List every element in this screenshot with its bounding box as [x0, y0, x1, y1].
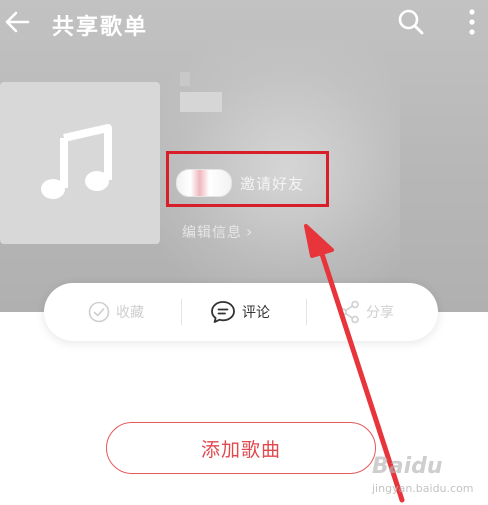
playlist-name-placeholder-top	[180, 72, 190, 86]
comment-label: 评论	[242, 305, 270, 321]
chevron-right-icon: ›	[246, 222, 254, 241]
music-note-icon	[41, 124, 112, 199]
edit-info-link[interactable]: 编辑信息 ›	[182, 222, 253, 242]
action-divider	[306, 299, 307, 325]
share-button[interactable]: 分享	[338, 283, 394, 341]
top-bar: 共享歌单	[0, 0, 488, 48]
search-icon[interactable]	[396, 7, 426, 37]
watermark-url: jingyan.baidu.com	[372, 482, 474, 495]
action-bar: 收藏 评论 分享	[44, 283, 438, 341]
action-divider	[181, 299, 182, 325]
share-icon	[339, 300, 359, 324]
comment-button[interactable]: 评论	[210, 283, 270, 341]
annotation-highlight-box	[166, 151, 329, 207]
edit-info-label: 编辑信息	[182, 225, 242, 241]
watermark-brand: Baidu	[372, 454, 443, 479]
playlist-name-placeholder	[180, 92, 222, 112]
comment-bubble-icon	[211, 301, 235, 323]
favorite-label: 收藏	[116, 305, 144, 321]
page-title: 共享歌单	[52, 15, 149, 40]
add-song-button[interactable]: 添加歌曲	[106, 422, 376, 474]
playlist-cover[interactable]	[0, 82, 160, 244]
more-vertical-icon[interactable]	[460, 6, 484, 38]
arrow-left-icon[interactable]	[2, 6, 34, 38]
check-circle-icon	[88, 301, 110, 323]
share-label: 分享	[366, 305, 394, 321]
favorite-button[interactable]: 收藏	[88, 283, 144, 341]
